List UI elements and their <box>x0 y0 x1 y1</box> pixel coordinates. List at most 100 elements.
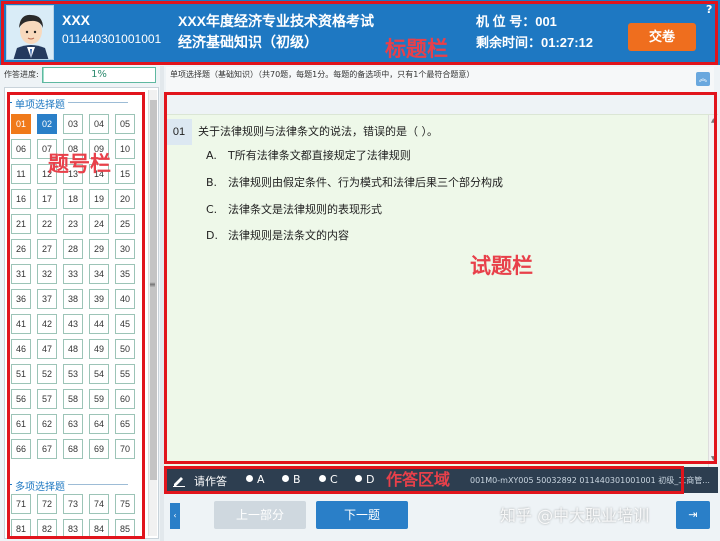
question-number-cell[interactable]: 59 <box>89 389 109 409</box>
left-arrow-icon[interactable]: ‹ <box>170 503 180 529</box>
progress-value: 1% <box>91 69 107 80</box>
exam-title: XXX年度经济专业技术资格考试 <box>178 13 375 29</box>
question-number-cell[interactable]: 20 <box>115 189 135 209</box>
question-number-cell[interactable]: 33 <box>63 264 83 284</box>
jump-end-button[interactable]: ⇥ <box>676 501 710 529</box>
question-number-cell[interactable]: 15 <box>115 164 135 184</box>
option-b[interactable]: B. 法律规则由假定条件、行为模式和法律后果三个部分构成 <box>206 174 503 190</box>
help-icon[interactable]: ? <box>706 3 712 16</box>
splitter-grip-icon[interactable]: ≡ <box>149 280 156 289</box>
question-number-cell[interactable]: 22 <box>37 214 57 234</box>
question-scrollbar[interactable]: ▲ ▼ <box>708 115 718 467</box>
question-number-cell[interactable]: 38 <box>63 289 83 309</box>
question-number-cell[interactable]: 02 <box>37 114 57 134</box>
question-number-cell[interactable]: 70 <box>115 439 135 459</box>
question-number-cell[interactable]: 82 <box>37 519 57 538</box>
question-number-cell[interactable]: 68 <box>63 439 83 459</box>
question-number-cell[interactable]: 18 <box>63 189 83 209</box>
option-d[interactable]: D. 法律规则是法条文的内容 <box>206 227 349 243</box>
question-number: 01 <box>166 119 192 145</box>
question-number-cell[interactable]: 69 <box>89 439 109 459</box>
question-number-cell[interactable]: 44 <box>89 314 109 334</box>
submit-button[interactable]: 交卷 <box>628 23 696 51</box>
question-number-cell[interactable]: 84 <box>89 519 109 538</box>
question-number-cell[interactable]: 47 <box>37 339 57 359</box>
question-number-cell[interactable]: 66 <box>11 439 31 459</box>
question-number-cell[interactable]: 31 <box>11 264 31 284</box>
question-number-cell[interactable]: 26 <box>11 239 31 259</box>
question-number-cell[interactable]: 45 <box>115 314 135 334</box>
question-number-cell[interactable]: 37 <box>37 289 57 309</box>
next-question-button[interactable]: 下一题 <box>316 501 408 529</box>
question-number-cell[interactable]: 57 <box>37 389 57 409</box>
previous-section-button[interactable]: 上一部分 <box>214 501 306 529</box>
answer-radio-c[interactable]: C <box>319 473 338 486</box>
question-number-cell[interactable]: 27 <box>37 239 57 259</box>
question-number-cell[interactable]: 48 <box>63 339 83 359</box>
left-scrollbar[interactable] <box>148 90 157 536</box>
question-number-cell[interactable]: 72 <box>37 494 57 514</box>
question-number-cell[interactable]: 04 <box>89 114 109 134</box>
question-number-cell[interactable]: 01 <box>11 114 31 134</box>
question-number-cell[interactable]: 74 <box>89 494 109 514</box>
question-number-cell[interactable]: 29 <box>89 239 109 259</box>
question-number-cell[interactable]: 30 <box>115 239 135 259</box>
question-number-cell[interactable]: 51 <box>11 364 31 384</box>
question-number-cell[interactable]: 83 <box>63 519 83 538</box>
question-number-cell[interactable]: 21 <box>11 214 31 234</box>
question-number-cell[interactable]: 67 <box>37 439 57 459</box>
question-number-cell[interactable]: 23 <box>63 214 83 234</box>
question-number-cell[interactable]: 03 <box>63 114 83 134</box>
question-number-cell[interactable]: 50 <box>115 339 135 359</box>
question-number-cell[interactable]: 64 <box>89 414 109 434</box>
question-number-cell[interactable]: 63 <box>63 414 83 434</box>
question-number-cell[interactable]: 52 <box>37 364 57 384</box>
left-scrollbar-thumb[interactable] <box>150 100 157 480</box>
answer-radio-b[interactable]: B <box>282 473 301 486</box>
question-number-cell[interactable]: 16 <box>11 189 31 209</box>
question-number-cell[interactable]: 10 <box>115 139 135 159</box>
answer-radio-label: D <box>366 473 375 486</box>
question-number-cell[interactable]: 46 <box>11 339 31 359</box>
question-number-cell[interactable]: 36 <box>11 289 31 309</box>
question-number-cell[interactable]: 81 <box>11 519 31 538</box>
scroll-down-icon[interactable]: ▼ <box>711 455 716 462</box>
question-number-cell[interactable]: 62 <box>37 414 57 434</box>
question-number-cell[interactable]: 41 <box>11 314 31 334</box>
question-number-cell[interactable]: 58 <box>63 389 83 409</box>
question-number-cell[interactable]: 56 <box>11 389 31 409</box>
question-number-cell[interactable]: 49 <box>89 339 109 359</box>
answer-radio-d[interactable]: D <box>355 473 374 486</box>
question-number-cell[interactable]: 40 <box>115 289 135 309</box>
question-number-cell[interactable]: 19 <box>89 189 109 209</box>
question-number-cell[interactable]: 25 <box>115 214 135 234</box>
question-bar-annotation: 试题栏 <box>470 254 533 278</box>
question-number-cell[interactable]: 28 <box>63 239 83 259</box>
question-number-cell[interactable]: 32 <box>37 264 57 284</box>
question-number-cell[interactable]: 73 <box>63 494 83 514</box>
scroll-up-icon[interactable]: ▲ <box>711 117 716 124</box>
question-number-cell[interactable]: 61 <box>11 414 31 434</box>
question-number-cell[interactable]: 53 <box>63 364 83 384</box>
question-number-cell[interactable]: 60 <box>115 389 135 409</box>
collapse-chevron-icon[interactable]: ︽ <box>696 72 710 86</box>
question-number-cell[interactable]: 11 <box>11 164 31 184</box>
question-number-cell[interactable]: 75 <box>115 494 135 514</box>
question-number-cell[interactable]: 55 <box>115 364 135 384</box>
answer-radio-a[interactable]: A <box>246 473 265 486</box>
question-number-cell[interactable]: 06 <box>11 139 31 159</box>
question-number-cell[interactable]: 34 <box>89 264 109 284</box>
option-a[interactable]: A. T所有法律条文都直接规定了法律规则 <box>206 147 411 163</box>
question-number-cell[interactable]: 39 <box>89 289 109 309</box>
question-number-cell[interactable]: 24 <box>89 214 109 234</box>
question-number-cell[interactable]: 17 <box>37 189 57 209</box>
question-number-cell[interactable]: 65 <box>115 414 135 434</box>
option-c[interactable]: C. 法律条文是法律规则的表现形式 <box>206 201 382 217</box>
question-number-cell[interactable]: 05 <box>115 114 135 134</box>
question-number-cell[interactable]: 42 <box>37 314 57 334</box>
question-number-cell[interactable]: 54 <box>89 364 109 384</box>
question-number-cell[interactable]: 85 <box>115 519 135 538</box>
question-number-cell[interactable]: 35 <box>115 264 135 284</box>
question-number-cell[interactable]: 71 <box>11 494 31 514</box>
question-number-cell[interactable]: 43 <box>63 314 83 334</box>
